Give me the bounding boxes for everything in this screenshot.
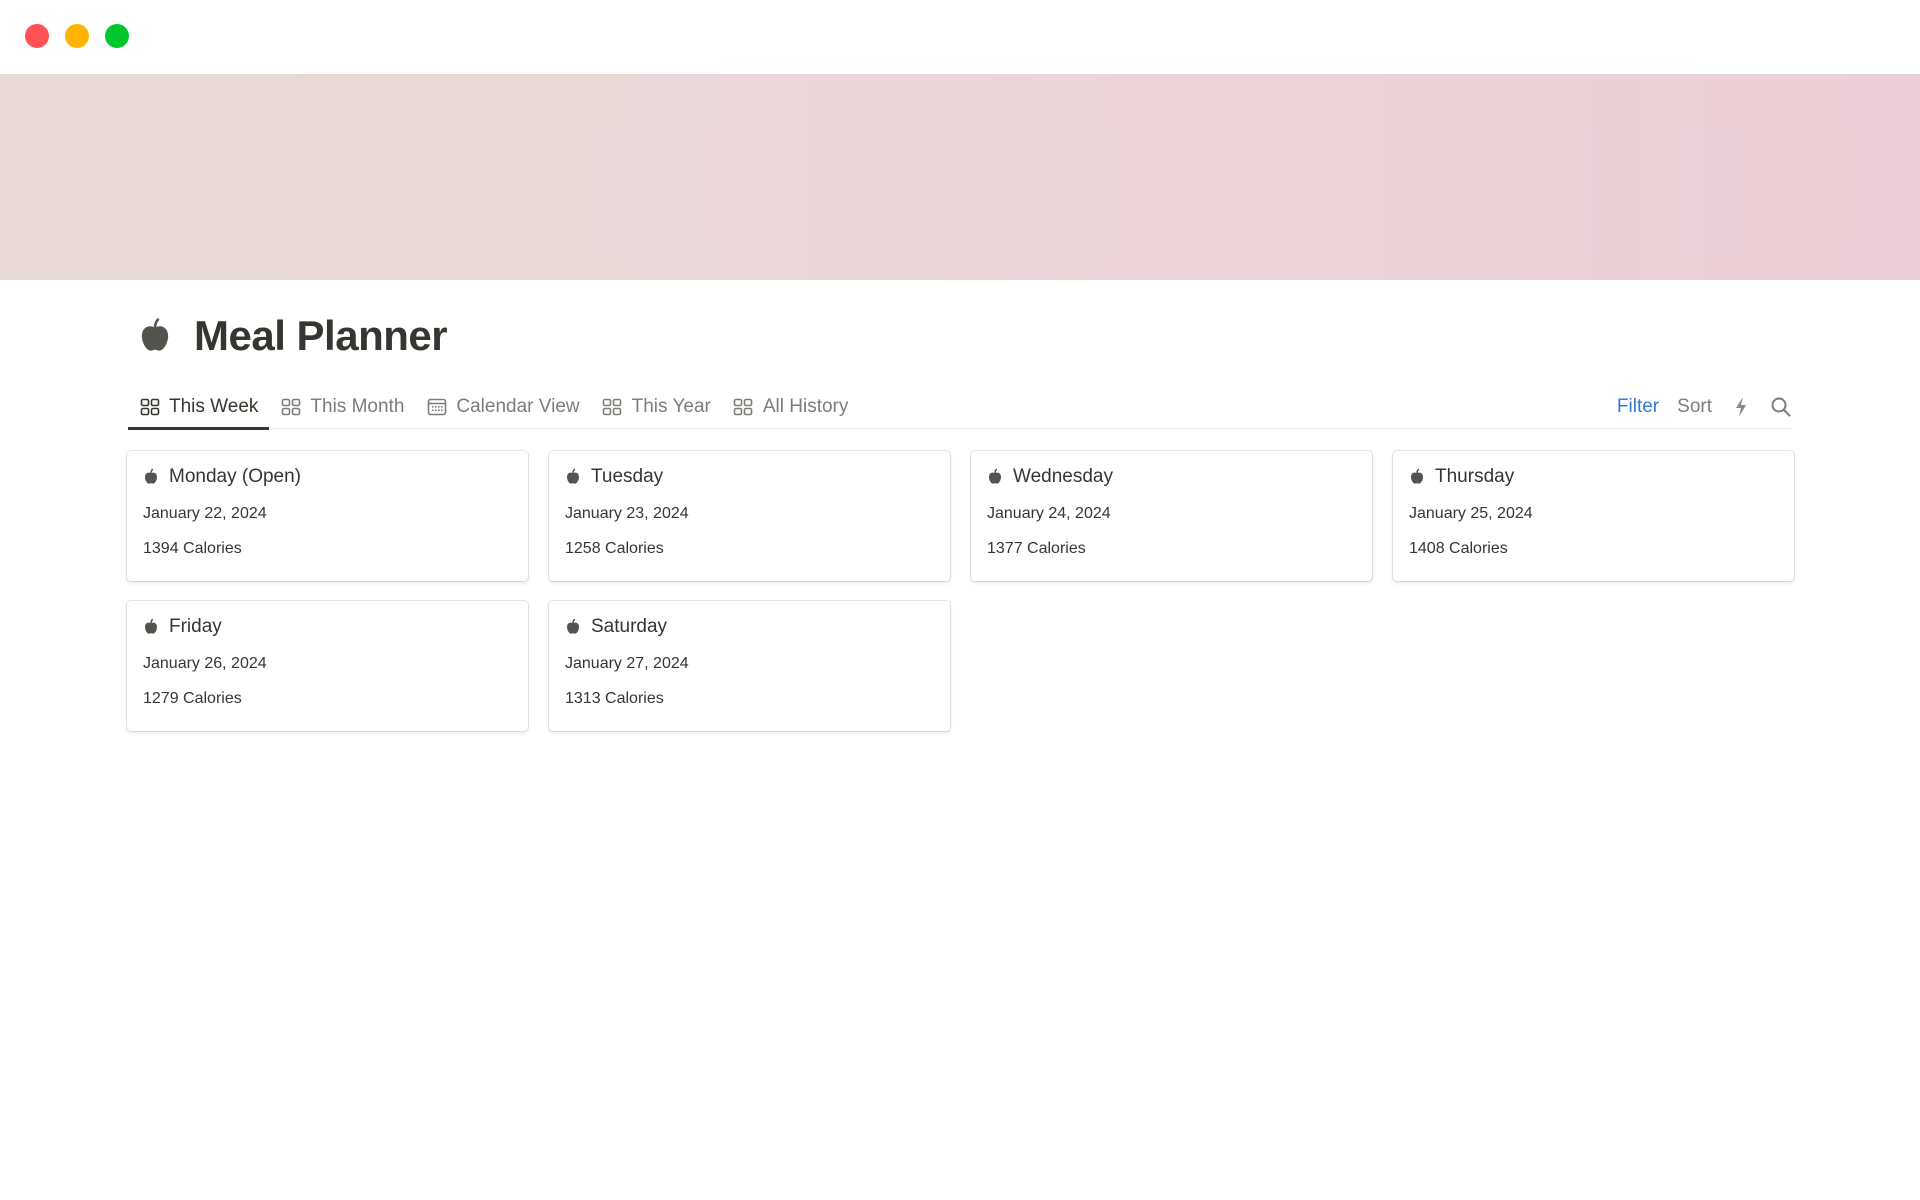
card-title: Monday (Open) (169, 466, 302, 487)
page-title: Meal Planner (194, 312, 448, 359)
card-calories: 1394 Calories (143, 540, 242, 557)
tab-label: This Week (169, 396, 259, 417)
card-calories: 1279 Calories (143, 690, 242, 707)
card-date: January 24, 2024 (987, 505, 1111, 522)
gallery-icon (602, 397, 623, 418)
card-date: January 27, 2024 (565, 655, 689, 672)
minimize-window-button[interactable] (65, 24, 89, 48)
lightning-icon[interactable] (1730, 396, 1752, 418)
tab-this-year[interactable]: This Year (591, 385, 722, 429)
gallery-view: Monday (Open) January 22, 2024 1394 Calo… (127, 451, 1794, 731)
tab-label: All History (762, 396, 849, 417)
card-date: January 25, 2024 (1409, 505, 1533, 522)
page-header: Meal Planner (136, 312, 448, 360)
card-calories: 1408 Calories (1409, 540, 1508, 557)
apple-icon (1409, 468, 1425, 486)
card-title: Saturday (591, 616, 668, 637)
gallery-card[interactable]: Thursday January 25, 2024 1408 Calories (1393, 451, 1794, 581)
card-title: Thursday (1435, 466, 1515, 487)
tab-label: This Year (631, 396, 711, 417)
tab-this-month[interactable]: This Month (269, 385, 415, 429)
card-calories: 1258 Calories (565, 540, 664, 557)
gallery-icon (733, 397, 754, 418)
card-date: January 23, 2024 (565, 505, 689, 522)
search-icon[interactable] (1770, 396, 1792, 418)
card-title: Friday (169, 616, 222, 637)
tab-calendar-view[interactable]: Calendar View (415, 385, 590, 429)
gallery-card[interactable]: Monday (Open) January 22, 2024 1394 Calo… (127, 451, 528, 581)
apple-icon (987, 468, 1003, 486)
gallery-icon (280, 397, 301, 418)
view-tabs-bar: This Week This Month Calendar View This … (128, 385, 1792, 430)
view-tabs: This Week This Month Calendar View This … (128, 385, 860, 430)
filter-button[interactable]: Filter (1617, 396, 1659, 418)
gallery-card[interactable]: Tuesday January 23, 2024 1258 Calories (549, 451, 950, 581)
sort-button[interactable]: Sort (1677, 396, 1712, 418)
gallery-card[interactable]: Saturday January 27, 2024 1313 Calories (549, 601, 950, 731)
cover-banner (0, 74, 1920, 280)
apple-icon (565, 468, 581, 486)
card-date: January 26, 2024 (143, 655, 267, 672)
apple-icon (143, 468, 159, 486)
apple-icon[interactable] (136, 316, 174, 356)
card-title: Wednesday (1013, 466, 1113, 487)
apple-icon (565, 618, 581, 636)
tab-this-week[interactable]: This Week (128, 385, 270, 430)
tab-label: This Month (310, 396, 405, 417)
calendar-icon (426, 397, 447, 418)
card-date: January 22, 2024 (143, 505, 267, 522)
close-window-button[interactable] (25, 24, 49, 48)
gallery-card[interactable]: Wednesday January 24, 2024 1377 Calories (971, 451, 1372, 581)
card-calories: 1313 Calories (565, 690, 664, 707)
tab-all-history[interactable]: All History (722, 385, 860, 429)
apple-icon (143, 618, 159, 636)
card-calories: 1377 Calories (987, 540, 1086, 557)
gallery-card[interactable]: Friday January 26, 2024 1279 Calories (127, 601, 528, 731)
card-title: Tuesday (591, 466, 664, 487)
maximize-window-button[interactable] (105, 24, 129, 48)
window-titlebar (0, 0, 1920, 74)
gallery-icon (139, 397, 160, 418)
tab-label: Calendar View (456, 396, 580, 417)
view-actions: Filter Sort (1617, 385, 1792, 429)
